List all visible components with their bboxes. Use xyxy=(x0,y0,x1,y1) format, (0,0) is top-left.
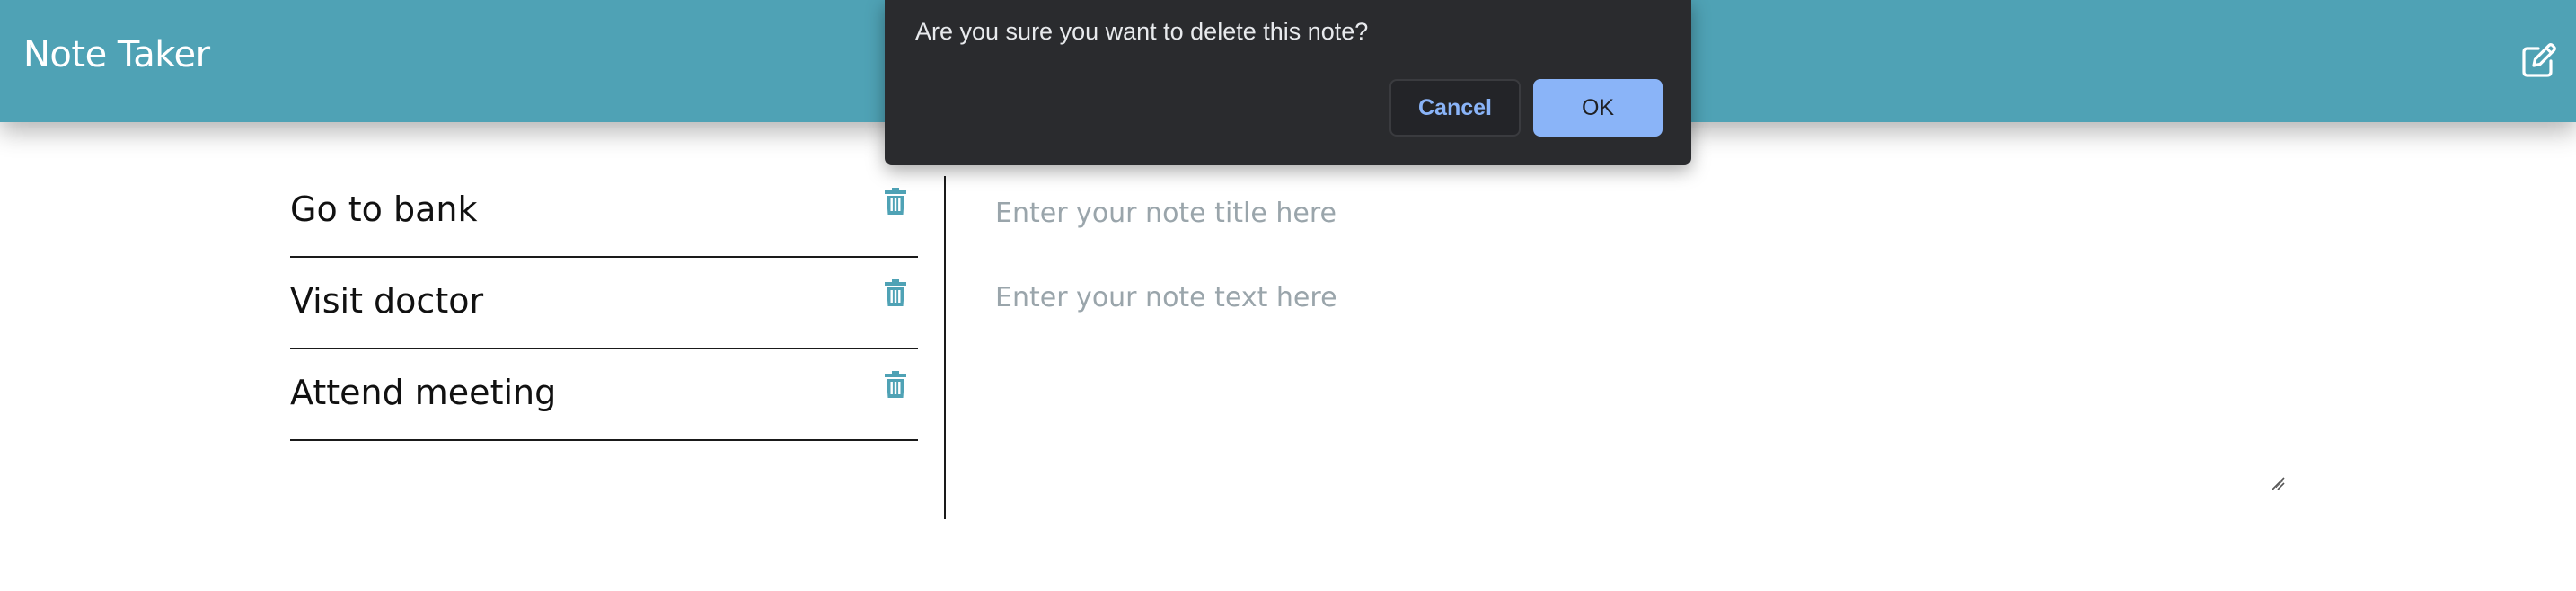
confirm-dialog: Are you sure you want to delete this not… xyxy=(885,0,1691,165)
column-divider xyxy=(944,176,946,519)
edit-square-icon[interactable] xyxy=(2520,43,2556,79)
note-title[interactable]: Visit doctor xyxy=(290,281,483,321)
list-item[interactable]: Attend meeting xyxy=(290,349,918,441)
trash-icon[interactable] xyxy=(885,279,906,306)
app-title[interactable]: Note Taker xyxy=(23,34,210,75)
note-title[interactable]: Attend meeting xyxy=(290,373,556,412)
cancel-button[interactable]: Cancel xyxy=(1389,79,1521,137)
note-title[interactable]: Go to bank xyxy=(290,190,478,229)
note-list: Go to bank Visit doctor Attend meeting xyxy=(290,166,918,441)
note-title-input[interactable] xyxy=(995,190,2253,235)
ok-button[interactable]: OK xyxy=(1533,79,1663,137)
note-text-input[interactable] xyxy=(995,282,2283,489)
list-item[interactable]: Go to bank xyxy=(290,166,918,258)
dialog-message: Are you sure you want to delete this not… xyxy=(915,18,1369,45)
resize-handle-icon[interactable] xyxy=(2269,474,2285,490)
trash-icon[interactable] xyxy=(885,188,906,215)
list-item[interactable]: Visit doctor xyxy=(290,258,918,349)
trash-icon[interactable] xyxy=(885,371,906,398)
